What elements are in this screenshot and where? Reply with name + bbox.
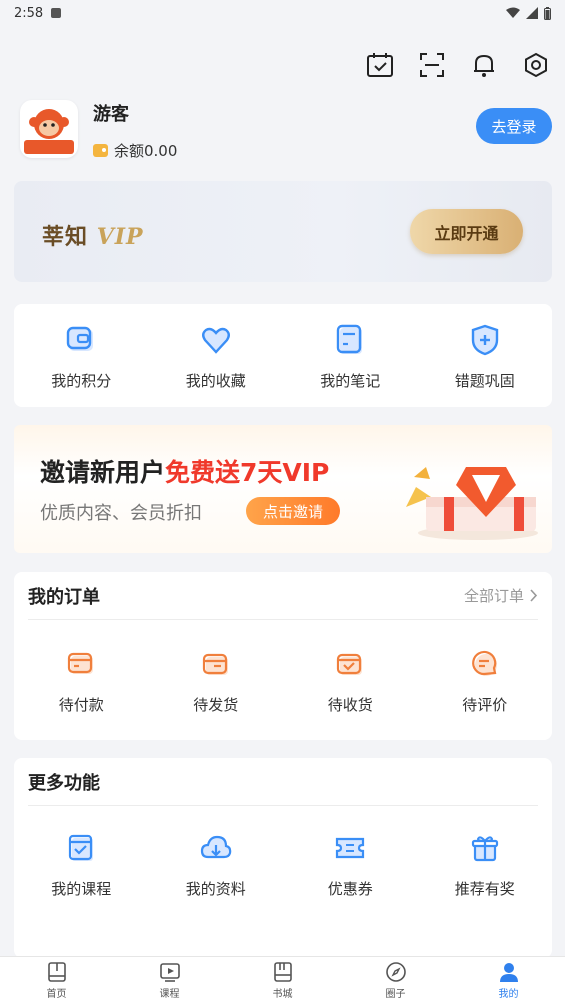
notification-icon (51, 8, 62, 18)
all-orders-label: 全部订单 (463, 587, 524, 605)
wallet-icon (93, 144, 108, 157)
status-bar: 2:58 (0, 0, 565, 26)
gift-icon (467, 830, 503, 866)
video-play-icon (159, 963, 180, 982)
quick-item-label: 我的笔记 (320, 372, 381, 390)
feature-item-label: 优惠券 (327, 880, 373, 898)
settings-icon[interactable] (519, 48, 553, 82)
gift-box-icon (406, 467, 538, 540)
order-item-label: 待发货 (193, 696, 239, 714)
coupon-icon (332, 830, 368, 866)
tab-label: 我的 (498, 989, 519, 1000)
home-book-icon (47, 962, 66, 982)
wallet-pay-icon (63, 646, 99, 682)
quick-item-notes[interactable]: 我的笔记 (283, 304, 418, 391)
balance: 余额0.00 (93, 140, 177, 161)
course-check-icon (63, 830, 99, 866)
bell-icon[interactable] (467, 48, 501, 82)
feature-item-label: 我的课程 (51, 880, 112, 898)
all-orders-link[interactable]: 全部订单 (464, 585, 538, 606)
feature-item-label: 推荐有奖 (454, 880, 515, 898)
tab-circle[interactable]: 圈子 (339, 957, 452, 1004)
invite-title-prefix: 邀请新用户 (40, 458, 166, 487)
feature-item-courses[interactable]: 我的课程 (14, 830, 149, 899)
tab-courses[interactable]: 课程 (113, 957, 226, 1004)
order-item-label: 待付款 (58, 696, 104, 714)
bookstore-icon (273, 962, 292, 982)
bottom-tab-bar: 首页 课程 书城 圈子 我的 (0, 956, 565, 1004)
orders-card: 我的订单 全部订单 待付款 待发货 待收货 待评价 (14, 572, 552, 740)
more-features-card: 更多功能 我的课程 我的资料 优惠券 推荐有奖 (14, 758, 552, 958)
profile-section: 游客 余额0.00 去登录 (20, 100, 552, 162)
quick-item-label: 我的积分 (51, 372, 112, 390)
status-time: 2:58 (14, 5, 44, 21)
vip-word: VIP (96, 224, 144, 250)
feature-item-materials[interactable]: 我的资料 (149, 830, 284, 899)
chevron-right-icon (530, 589, 538, 602)
invite-title-highlight: 免费送7天VIP (165, 458, 330, 487)
feature-item-label: 我的资料 (185, 880, 246, 898)
box-ship-icon (198, 646, 234, 682)
points-card-icon (63, 322, 99, 358)
orders-header: 我的订单 全部订单 (28, 572, 538, 620)
compass-icon (385, 962, 406, 982)
more-title: 更多功能 (28, 772, 100, 794)
shield-plus-icon (467, 322, 503, 358)
feature-item-coupons[interactable]: 优惠券 (283, 830, 418, 899)
tab-mine[interactable]: 我的 (452, 957, 565, 1004)
tab-label: 课程 (159, 989, 180, 1000)
login-button[interactable]: 去登录 (476, 108, 552, 144)
quick-item-favorites[interactable]: 我的收藏 (149, 304, 284, 391)
more-header: 更多功能 (28, 758, 538, 806)
avatar[interactable] (20, 100, 78, 158)
quick-item-label: 错题巩固 (454, 372, 515, 390)
order-item-pending-receipt[interactable]: 待收货 (283, 646, 418, 715)
tab-bookstore[interactable]: 书城 (226, 957, 339, 1004)
tab-label: 首页 (46, 989, 67, 1000)
tab-home[interactable]: 首页 (0, 957, 113, 1004)
order-item-label: 待收货 (327, 696, 373, 714)
signal-icon (526, 7, 538, 19)
order-item-pending-review[interactable]: 待评价 (418, 646, 553, 715)
order-item-pending-payment[interactable]: 待付款 (14, 646, 149, 715)
invite-subtitle: 优质内容、会员折扣 (40, 503, 202, 524)
invite-title: 邀请新用户免费送7天VIP (40, 453, 329, 489)
invite-banner[interactable]: 邀请新用户免费送7天VIP 优质内容、会员折扣 点击邀请 (14, 425, 552, 553)
feature-item-referral[interactable]: 推荐有奖 (418, 830, 553, 899)
battery-icon (544, 6, 551, 20)
user-icon (499, 963, 518, 982)
vip-logo: 莘知 VIP (42, 219, 144, 251)
balance-text: 余额0.00 (114, 142, 178, 160)
quick-actions-card: 我的积分 我的收藏 我的笔记 错题巩固 (14, 304, 552, 407)
username: 游客 (93, 104, 129, 125)
orders-title: 我的订单 (28, 586, 100, 608)
box-check-icon (332, 646, 368, 682)
wifi-icon (506, 7, 520, 18)
status-indicators (506, 6, 551, 20)
vip-brand: 莘知 (42, 225, 89, 250)
tab-label: 书城 (272, 989, 293, 1000)
order-item-pending-shipment[interactable]: 待发货 (149, 646, 284, 715)
scan-icon[interactable] (415, 48, 449, 82)
vip-open-button[interactable]: 立即开通 (410, 209, 523, 254)
invite-button[interactable]: 点击邀请 (246, 497, 340, 525)
quick-item-label: 我的收藏 (185, 372, 246, 390)
quick-item-mistakes[interactable]: 错题巩固 (418, 304, 553, 391)
tab-label: 圈子 (385, 989, 406, 1000)
notes-icon (332, 322, 368, 358)
heart-icon (198, 322, 234, 358)
vip-banner[interactable]: 莘知 VIP 立即开通 (14, 181, 552, 282)
top-actions (363, 48, 553, 82)
order-item-label: 待评价 (462, 696, 508, 714)
quick-item-points[interactable]: 我的积分 (14, 304, 149, 391)
chat-review-icon (467, 646, 503, 682)
cloud-download-icon (198, 830, 234, 866)
checkin-calendar-icon[interactable] (363, 48, 397, 82)
